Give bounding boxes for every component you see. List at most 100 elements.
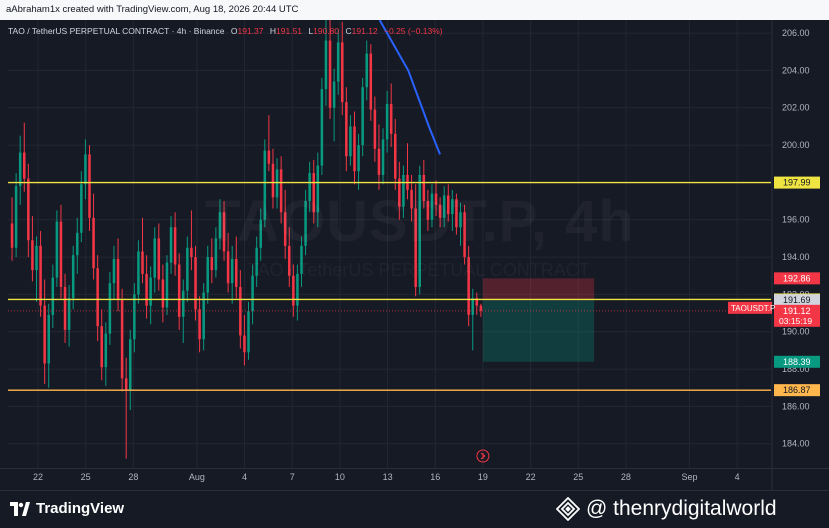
candle-body[interactable]	[345, 102, 348, 157]
creator-credit: @ thenrydigitalworld	[556, 497, 777, 521]
price-tick-label: 186.00	[782, 401, 810, 411]
candle-body[interactable]	[210, 257, 214, 271]
candle-body[interactable]	[243, 335, 246, 353]
candle-body[interactable]	[267, 150, 271, 164]
candle-body[interactable]	[479, 305, 483, 311]
last-price-badge: 191.12	[783, 306, 811, 316]
candle-body[interactable]	[100, 326, 103, 368]
candle-body[interactable]	[137, 251, 140, 295]
candle-body[interactable]	[63, 286, 67, 330]
candle-body[interactable]	[141, 251, 144, 274]
candle-body[interactable]	[23, 152, 26, 179]
candle-body[interactable]	[31, 240, 34, 271]
candle-body[interactable]	[361, 87, 364, 146]
candle-body[interactable]	[336, 42, 340, 82]
trend-line[interactable]	[378, 20, 441, 155]
candle-body[interactable]	[365, 53, 368, 88]
candle-body[interactable]	[385, 104, 389, 140]
candle-body[interactable]	[173, 227, 177, 265]
candle-body[interactable]	[230, 258, 234, 284]
time-tick-label: 4	[735, 472, 740, 482]
chart-area[interactable]: 184.00186.00188.00190.00192.00194.00196.…	[0, 20, 829, 490]
candle-body[interactable]	[169, 227, 173, 263]
candle-body[interactable]	[120, 300, 124, 379]
candle-body[interactable]	[182, 290, 185, 317]
candle-body[interactable]	[18, 152, 22, 187]
price-tick-label: 202.00	[782, 103, 810, 113]
candle-body[interactable]	[369, 53, 373, 110]
candle-body[interactable]	[10, 223, 14, 248]
candle-body[interactable]	[206, 257, 209, 293]
candle-body[interactable]	[80, 184, 83, 233]
candle-body[interactable]	[165, 262, 169, 308]
candle-body[interactable]	[96, 268, 99, 327]
candle-body[interactable]	[381, 139, 385, 175]
candle-body[interactable]	[153, 238, 156, 278]
candle-body[interactable]	[149, 277, 152, 306]
stop-loss-zone[interactable]	[482, 278, 595, 301]
tradingview-logo[interactable]: TradingView	[10, 500, 124, 517]
candle-body[interactable]	[76, 232, 79, 256]
candle-body[interactable]	[39, 245, 42, 306]
candle-body[interactable]	[471, 298, 474, 315]
candle-body[interactable]	[67, 298, 71, 330]
candle-body[interactable]	[320, 89, 324, 166]
candle-body[interactable]	[47, 314, 50, 364]
candle-body[interactable]	[92, 217, 95, 269]
time-tick-label: 19	[478, 472, 488, 482]
candle-body[interactable]	[194, 257, 197, 310]
candle-body[interactable]	[124, 378, 128, 390]
candle-body[interactable]	[129, 339, 132, 390]
candle-body[interactable]	[116, 258, 120, 300]
price-badge-197.99: 197.99	[783, 178, 811, 188]
candle-body[interactable]	[332, 81, 336, 108]
candle-body[interactable]	[235, 258, 238, 287]
candle-body[interactable]	[251, 275, 254, 312]
candle-body[interactable]	[247, 311, 250, 353]
legend-low-value: 190.80	[313, 26, 340, 36]
legend-open-value: 191.37	[237, 26, 264, 36]
candle-body[interactable]	[186, 247, 189, 291]
stop-price-badge: 192.86	[783, 273, 811, 283]
time-tick-label: 28	[621, 472, 631, 482]
candle-body[interactable]	[43, 305, 46, 364]
candle-body[interactable]	[341, 42, 344, 103]
candle-body[interactable]	[177, 264, 181, 317]
candle-body[interactable]	[112, 258, 116, 284]
candle-body[interactable]	[353, 126, 356, 172]
candle-body[interactable]	[84, 154, 87, 185]
time-tick-label: 22	[526, 472, 536, 482]
candle-body[interactable]	[328, 40, 332, 108]
candle-body[interactable]	[14, 186, 18, 248]
candle-body[interactable]	[373, 109, 377, 149]
candle-body[interactable]	[71, 255, 75, 299]
candle-body[interactable]	[357, 145, 360, 172]
candle-body[interactable]	[226, 251, 230, 284]
replay-marker-glyph	[480, 452, 486, 460]
candle-body[interactable]	[108, 283, 112, 334]
candle-body[interactable]	[389, 104, 393, 134]
candle-body[interactable]	[145, 273, 148, 306]
candle-body[interactable]	[161, 279, 165, 308]
candle-body[interactable]	[157, 238, 161, 280]
price-tick-label: 194.00	[782, 252, 810, 262]
legend-change: −0.25 (−0.13%)	[384, 26, 443, 36]
candle-body[interactable]	[349, 126, 352, 157]
price-badge-186.87: 186.87	[783, 385, 811, 395]
candle-body[interactable]	[394, 133, 397, 179]
candlestick-chart[interactable]: 184.00186.00188.00190.00192.00194.00196.…	[0, 20, 829, 490]
candle-body[interactable]	[55, 221, 59, 278]
watermark-description: TAO / TetherUS PERPETUAL CONTRACT	[248, 260, 590, 281]
candle-body[interactable]	[324, 40, 328, 90]
candle-body[interactable]	[198, 309, 201, 340]
candle-body[interactable]	[104, 333, 108, 368]
candle-body[interactable]	[88, 154, 91, 218]
candle-body[interactable]	[59, 221, 63, 287]
candle-body[interactable]	[190, 247, 193, 258]
take-profit-zone[interactable]	[482, 300, 595, 362]
candle-body[interactable]	[377, 148, 381, 175]
candle-body[interactable]	[51, 277, 55, 315]
candle-body[interactable]	[35, 245, 38, 271]
candle-body[interactable]	[133, 294, 136, 340]
candle-body[interactable]	[27, 178, 30, 241]
